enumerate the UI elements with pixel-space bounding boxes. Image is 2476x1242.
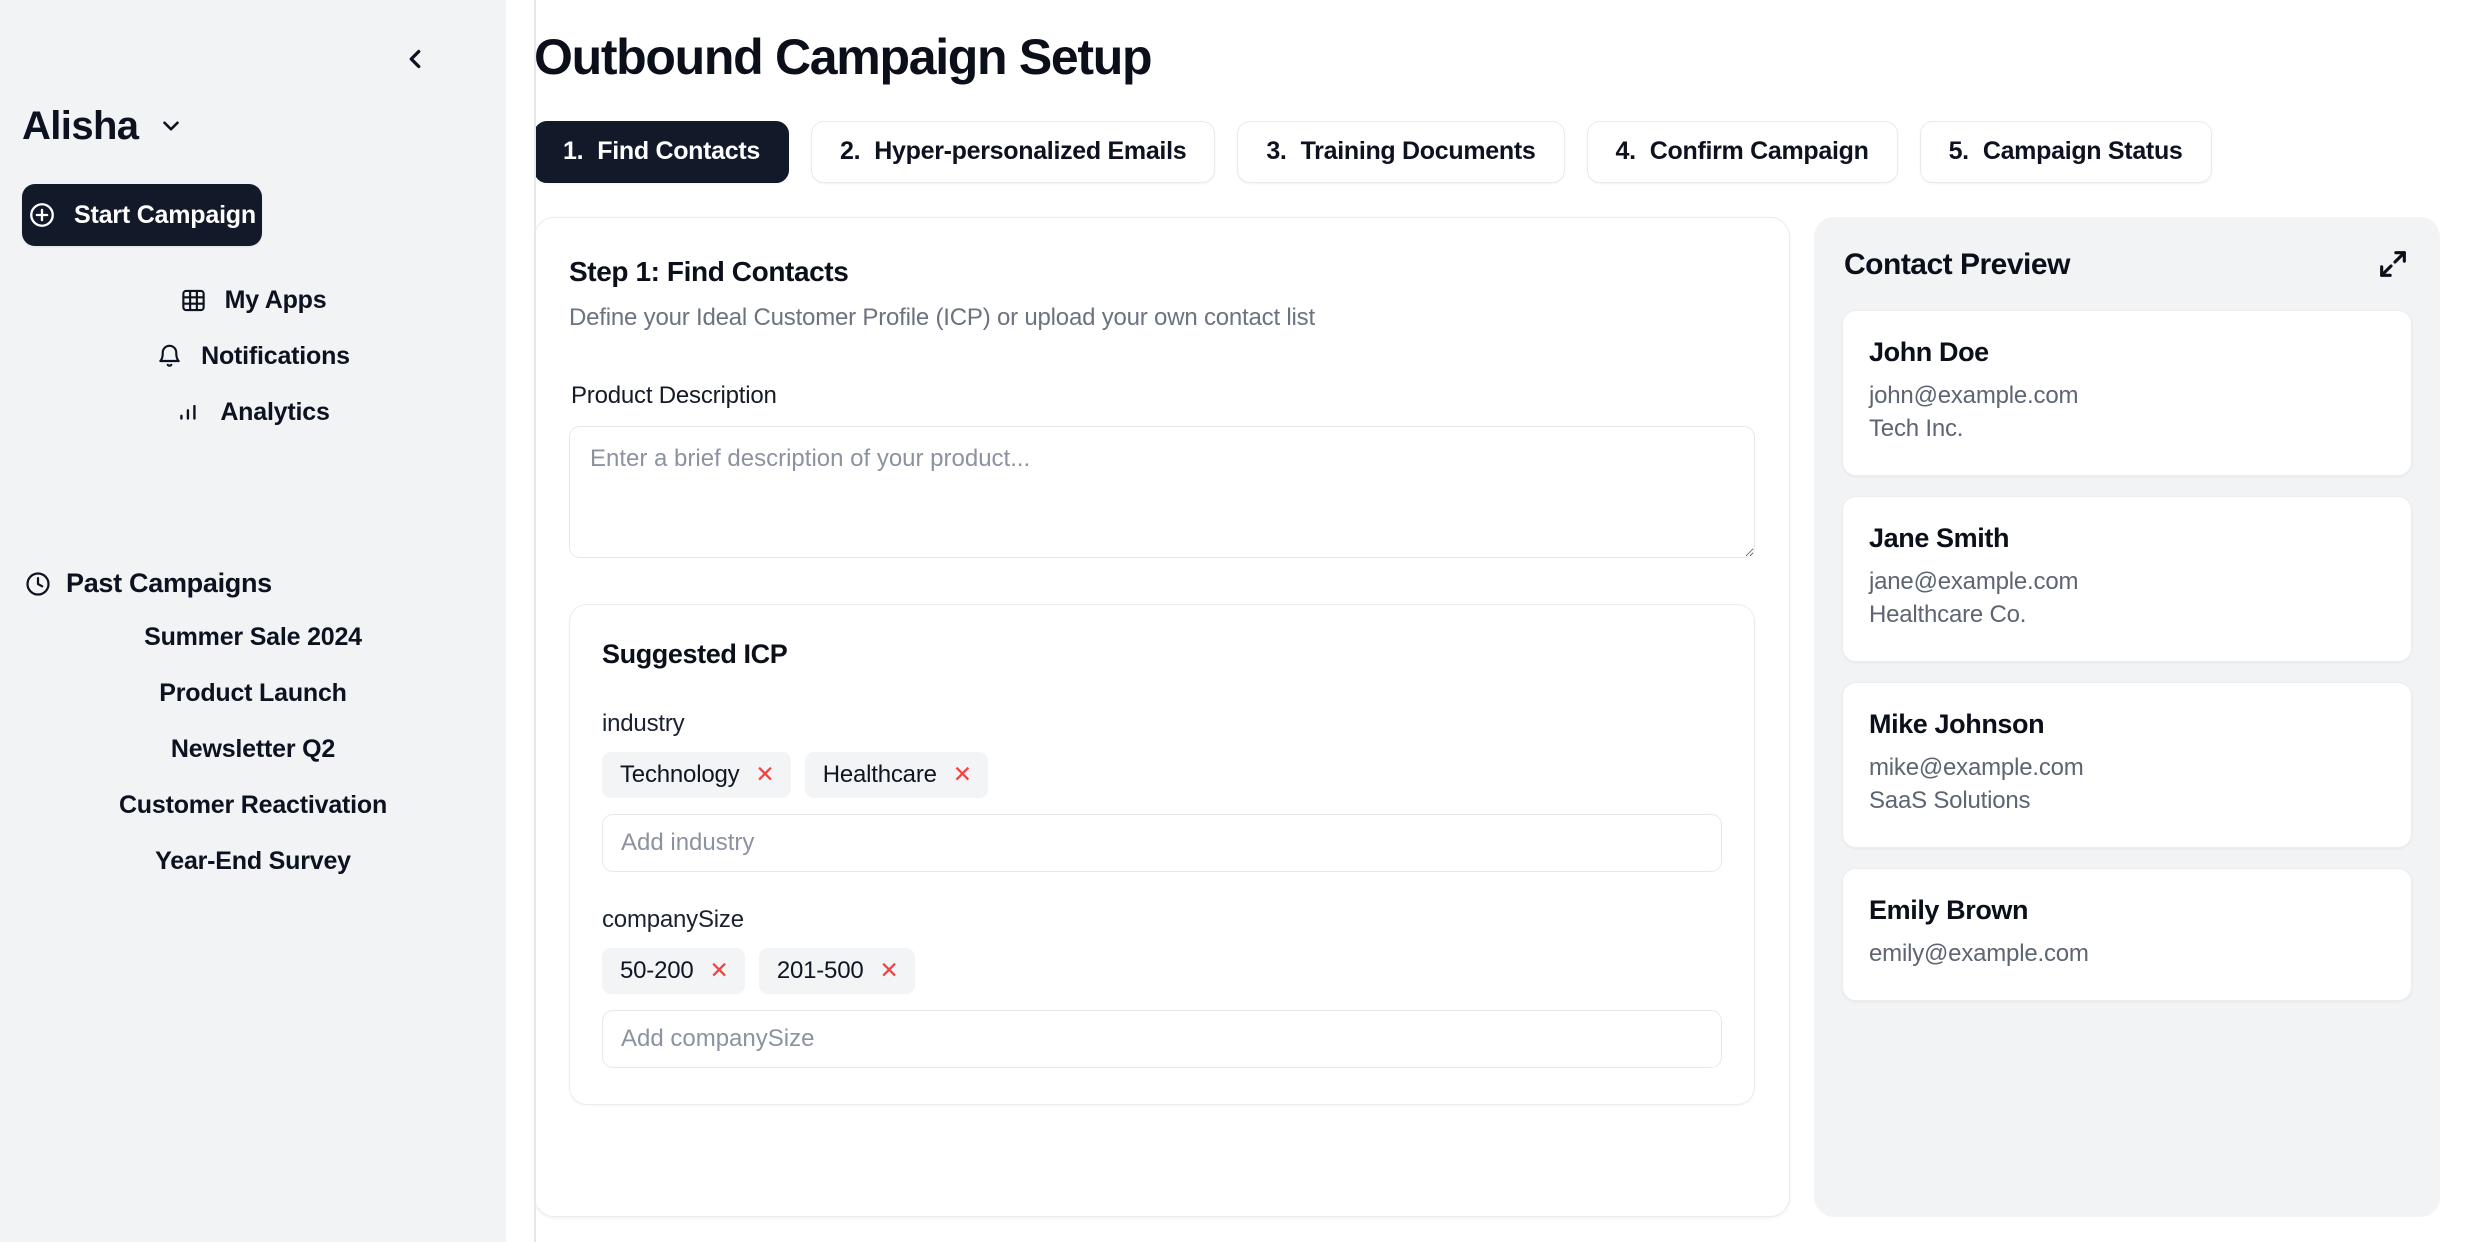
expand-preview-button[interactable] xyxy=(2376,247,2410,284)
close-x-icon[interactable]: ✕ xyxy=(880,959,899,982)
contact-company: SaaS Solutions xyxy=(1869,787,2031,815)
suggested-icp-card: Suggested ICP industry Technology ✕ Heal… xyxy=(569,603,1755,1105)
past-campaign-label: Newsletter Q2 xyxy=(170,734,336,763)
past-campaign-item[interactable]: Year-End Survey xyxy=(0,833,506,889)
grid-icon xyxy=(180,287,207,314)
plus-circle-icon xyxy=(28,201,56,229)
contact-card[interactable]: Jane Smith jane@example.com Healthcare C… xyxy=(1842,495,2412,662)
step-title: Step 1: Find Contacts xyxy=(569,255,849,287)
sidebar-item-label: Analytics xyxy=(220,397,330,426)
contact-company: Healthcare Co. xyxy=(1869,600,2027,628)
collapse-sidebar-button[interactable] xyxy=(392,36,438,82)
icp-chip-label: 50-200 xyxy=(620,956,694,984)
clock-icon xyxy=(24,570,52,598)
bell-icon xyxy=(156,343,183,370)
sidebar: Alisha Start Campaign My Apps Notificati… xyxy=(0,0,506,1242)
sidebar-item-my-apps[interactable]: My Apps xyxy=(22,272,484,328)
close-x-icon[interactable]: ✕ xyxy=(710,959,729,982)
tab-number: 5. xyxy=(1948,137,1970,165)
close-x-icon[interactable]: ✕ xyxy=(953,763,972,786)
sidebar-divider xyxy=(534,0,536,1242)
icp-chip[interactable]: Healthcare ✕ xyxy=(804,751,989,798)
chevron-left-icon xyxy=(400,44,430,74)
product-description-input[interactable] xyxy=(569,425,1755,558)
workspace-name: Alisha xyxy=(22,104,139,148)
contact-email: emily@example.com xyxy=(1869,940,2089,968)
icp-chip[interactable]: 201-500 ✕ xyxy=(758,947,915,994)
expand-diagonal-icon xyxy=(2376,247,2410,284)
bar-chart-icon xyxy=(176,399,202,425)
past-campaign-item[interactable]: Customer Reactivation xyxy=(0,777,506,833)
tab-number: 3. xyxy=(1266,137,1287,165)
close-x-icon[interactable]: ✕ xyxy=(755,763,774,786)
contact-name: Mike Johnson xyxy=(1869,708,2045,739)
tab-number: 4. xyxy=(1615,137,1637,165)
start-campaign-button[interactable]: Start Campaign xyxy=(22,184,262,246)
content-row: Step 1: Find Contacts Define your Ideal … xyxy=(534,216,2440,1217)
icp-chip[interactable]: Technology ✕ xyxy=(602,751,791,798)
step-subtitle: Define your Ideal Customer Profile (ICP)… xyxy=(569,303,1315,331)
past-campaigns-header: Past Campaigns xyxy=(0,568,506,599)
past-campaign-item[interactable]: Product Launch xyxy=(0,665,506,721)
sidebar-item-label: My Apps xyxy=(224,285,327,314)
add-company-size-input[interactable] xyxy=(602,1009,1722,1068)
contact-card[interactable]: Emily Brown emily@example.com xyxy=(1842,868,2412,1002)
sidebar-header xyxy=(0,0,506,118)
contact-card[interactable]: John Doe john@example.com Tech Inc. xyxy=(1842,309,2412,476)
sidebar-item-notifications[interactable]: Notifications xyxy=(22,328,484,384)
page-title: Outbound Campaign Setup xyxy=(534,29,1153,85)
icp-chip-label: 201-500 xyxy=(776,956,864,984)
past-campaign-label: Customer Reactivation xyxy=(118,790,388,819)
tab-label: Find Contacts xyxy=(597,137,761,165)
step-tabs: 1. Find Contacts 2. Hyper-personalized E… xyxy=(534,120,2440,183)
workspace-switcher[interactable]: Alisha xyxy=(0,106,506,146)
contact-name: Emily Brown xyxy=(1869,895,2029,926)
icp-chip[interactable]: 50-200 ✕ xyxy=(602,947,745,994)
contact-preview-header: Contact Preview xyxy=(1842,247,2412,284)
past-campaign-item[interactable]: Summer Sale 2024 xyxy=(0,609,506,665)
past-campaigns-title: Past Campaigns xyxy=(66,568,272,598)
icp-chips-company-size: 50-200 ✕ 201-500 ✕ xyxy=(602,947,1722,994)
add-industry-input[interactable] xyxy=(602,813,1722,872)
tab-confirm-campaign[interactable]: 4. Confirm Campaign xyxy=(1586,120,1898,183)
chevron-down-icon xyxy=(158,113,184,139)
tab-number: 1. xyxy=(563,137,584,165)
product-description-label: Product Description xyxy=(571,381,777,409)
tab-campaign-status[interactable]: 5. Campaign Status xyxy=(1919,120,2212,183)
icp-chip-label: Technology xyxy=(620,760,740,788)
contact-name: John Doe xyxy=(1869,336,1989,367)
sidebar-item-label: Notifications xyxy=(201,341,350,370)
contact-card[interactable]: Mike Johnson mike@example.com SaaS Solut… xyxy=(1842,681,2412,849)
contact-email: john@example.com xyxy=(1869,381,2079,409)
icp-chip-label: Healthcare xyxy=(822,760,937,788)
past-campaign-item[interactable]: Newsletter Q2 xyxy=(0,721,506,777)
contact-company: Tech Inc. xyxy=(1869,414,1964,442)
contact-email: mike@example.com xyxy=(1869,753,2084,781)
icp-field-label-industry: industry xyxy=(602,709,685,737)
suggested-icp-title: Suggested ICP xyxy=(602,638,788,669)
main-content: Outbound Campaign Setup 1. Find Contacts… xyxy=(506,0,2476,1242)
tab-label: Campaign Status xyxy=(1982,137,2183,165)
past-campaign-label: Year-End Survey xyxy=(155,846,351,875)
tab-training-documents[interactable]: 3. Training Documents xyxy=(1237,120,1565,183)
icp-field-label-company-size: companySize xyxy=(602,905,744,933)
past-campaign-label: Product Launch xyxy=(159,678,347,707)
tab-label: Confirm Campaign xyxy=(1649,137,1869,165)
tab-label: Hyper-personalized Emails xyxy=(874,137,1187,165)
contact-preview-title: Contact Preview xyxy=(1844,248,2070,281)
tab-hyper-personalized-emails[interactable]: 2. Hyper-personalized Emails xyxy=(811,120,1216,183)
contact-preview-panel: Contact Preview John Doe john@example.co… xyxy=(1814,216,2440,1217)
tab-label: Training Documents xyxy=(1300,137,1536,165)
tab-number: 2. xyxy=(840,137,861,165)
step-card: Step 1: Find Contacts Define your Ideal … xyxy=(534,216,1790,1217)
past-campaign-label: Summer Sale 2024 xyxy=(144,622,362,651)
sidebar-item-analytics[interactable]: Analytics xyxy=(22,384,484,440)
contact-name: Jane Smith xyxy=(1869,522,2010,553)
start-campaign-label: Start Campaign xyxy=(74,200,256,229)
tab-find-contacts[interactable]: 1. Find Contacts xyxy=(534,120,790,183)
app-root: Alisha Start Campaign My Apps Notificati… xyxy=(0,0,2476,1242)
icp-chips-industry: Technology ✕ Healthcare ✕ xyxy=(602,751,1722,798)
contact-email: jane@example.com xyxy=(1869,567,2079,595)
